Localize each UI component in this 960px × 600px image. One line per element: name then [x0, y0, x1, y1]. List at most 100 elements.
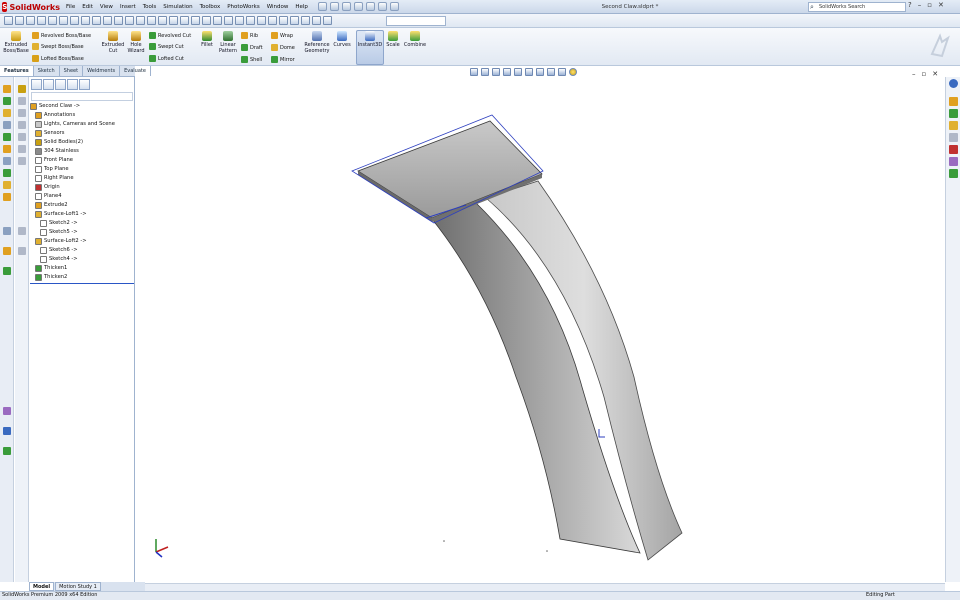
previous-view-icon[interactable] [492, 68, 500, 76]
shell-button[interactable]: Shell [241, 56, 262, 63]
shaded-with-edges-icon[interactable] [136, 16, 145, 25]
appearances-icon[interactable] [949, 145, 958, 154]
surface-icon[interactable] [3, 227, 11, 235]
zoom-fit-icon[interactable] [15, 16, 24, 25]
tree-item[interactable]: Lights, Cameras and Scene [35, 120, 115, 129]
zoom-selection-icon[interactable] [48, 16, 57, 25]
front-view-icon[interactable] [213, 16, 222, 25]
dimxpert-tab-icon[interactable] [67, 79, 78, 90]
graphics-area[interactable] [136, 77, 945, 582]
feature-tree-tab-icon[interactable] [31, 79, 42, 90]
menu-tools[interactable]: Tools [143, 2, 157, 12]
mirror-entities-icon[interactable] [3, 193, 11, 201]
hole-wizard-button[interactable]: Hole Wizard [123, 31, 149, 54]
view-orientation-icon[interactable] [514, 68, 522, 76]
view-planes-icon[interactable] [169, 16, 178, 25]
dome-button[interactable]: Dome [271, 44, 295, 51]
smart-dimension-icon[interactable] [323, 16, 332, 25]
right-view-icon[interactable] [246, 16, 255, 25]
line-icon[interactable] [3, 97, 11, 105]
rollback-bar[interactable] [30, 283, 134, 284]
save-icon[interactable] [342, 2, 351, 11]
zoom-to-area-icon[interactable] [481, 68, 489, 76]
revolved-cut-button[interactable]: Revolved Cut [149, 32, 191, 39]
new-document-icon[interactable] [318, 2, 327, 11]
tree-item[interactable]: Thicken1 [35, 264, 67, 273]
tab-features[interactable]: Features [0, 66, 34, 76]
tab-sketch[interactable]: Sketch [34, 66, 60, 76]
lofted-cut-button[interactable]: Lofted Cut [149, 55, 184, 62]
search-results-icon[interactable] [949, 121, 958, 130]
tree-item[interactable]: Second Claw -> [30, 102, 80, 111]
tree-item[interactable]: Origin [35, 183, 60, 192]
view-palette-icon[interactable] [949, 133, 958, 142]
tree-item[interactable]: Surface-Loft1 -> [35, 210, 87, 219]
horizontal-scrollbar[interactable] [145, 583, 945, 591]
property-manager-tab-icon[interactable] [43, 79, 54, 90]
view-orientation-icon[interactable] [92, 16, 101, 25]
zoom-to-fit-icon[interactable] [470, 68, 478, 76]
mass-properties-icon[interactable] [3, 427, 11, 435]
tree-item[interactable]: Sketch5 -> [40, 228, 78, 237]
configuration-manager-tab-icon[interactable] [55, 79, 66, 90]
convert-entities-icon[interactable] [18, 157, 26, 165]
roll-view-icon[interactable] [81, 16, 90, 25]
left-view-icon[interactable] [235, 16, 244, 25]
extruded-boss-button[interactable]: Extruded Boss/Base [2, 31, 30, 54]
hidden-lines-visible-icon[interactable] [114, 16, 123, 25]
wireframe-icon[interactable] [103, 16, 112, 25]
bottom-view-icon[interactable] [268, 16, 277, 25]
knit-icon[interactable] [18, 247, 26, 255]
spline-icon[interactable] [3, 145, 11, 153]
configuration-combo[interactable] [386, 16, 446, 26]
menu-edit[interactable]: Edit [82, 2, 93, 12]
extrude-surface-icon[interactable] [3, 247, 11, 255]
design-library-icon[interactable] [949, 97, 958, 106]
measure-icon[interactable] [3, 407, 11, 415]
menu-simulation[interactable]: Simulation [163, 2, 192, 12]
zoom-in-out-icon[interactable] [37, 16, 46, 25]
tree-item[interactable]: Extrude2 [35, 201, 68, 210]
tab-model[interactable]: Model [29, 582, 55, 591]
lofted-boss-button[interactable]: Lofted Boss/Base [32, 55, 84, 62]
menu-toolbox[interactable]: Toolbox [200, 2, 221, 12]
shaded-icon[interactable] [147, 16, 156, 25]
relations-icon[interactable] [18, 97, 26, 105]
tab-motion-study[interactable]: Motion Study 1 [55, 582, 101, 591]
menu-photoworks[interactable]: PhotoWorks [227, 2, 259, 12]
tree-item[interactable]: Thicken2 [35, 273, 67, 282]
mirror-button[interactable]: Mirror [271, 56, 295, 63]
construction-icon[interactable] [18, 109, 26, 117]
back-view-icon[interactable] [224, 16, 233, 25]
menu-insert[interactable]: Insert [120, 2, 136, 12]
tree-item[interactable]: Sensors [35, 129, 64, 138]
standard-views-icon[interactable] [202, 16, 211, 25]
tree-filter-input[interactable] [31, 92, 133, 101]
appearance-icon[interactable] [180, 16, 189, 25]
menu-file[interactable]: File [66, 2, 75, 12]
rectangle-icon[interactable] [3, 109, 11, 117]
view-settings-icon[interactable] [569, 68, 577, 76]
reference-geometry-button[interactable]: Reference Geometry [302, 31, 332, 54]
undo-icon[interactable] [366, 2, 375, 11]
menu-help[interactable]: Help [295, 2, 308, 12]
chamfer-sketch-icon[interactable] [18, 145, 26, 153]
tree-item[interactable]: Sketch2 -> [40, 219, 78, 228]
apply-scene-icon[interactable] [558, 68, 566, 76]
fillet-sketch-icon[interactable] [18, 133, 26, 141]
restore-button[interactable]: ▫ [927, 1, 932, 9]
options-icon[interactable] [390, 2, 399, 11]
tree-item[interactable]: Front Plane [35, 156, 73, 165]
sweep-icon[interactable] [18, 227, 26, 235]
smart-dimension-icon[interactable] [18, 85, 26, 93]
custom-properties-icon[interactable] [949, 157, 958, 166]
zoom-area-icon[interactable] [26, 16, 35, 25]
menu-view[interactable]: View [100, 2, 113, 12]
section-view-icon[interactable] [158, 16, 167, 25]
close-button[interactable]: ✕ [938, 1, 944, 9]
minimize-button[interactable]: – [918, 1, 922, 9]
tree-item[interactable]: Solid Bodies(2) [35, 138, 83, 147]
help-button[interactable]: ? [908, 1, 912, 9]
trim-icon[interactable] [3, 169, 11, 177]
sketch-tool-icon[interactable] [4, 16, 13, 25]
